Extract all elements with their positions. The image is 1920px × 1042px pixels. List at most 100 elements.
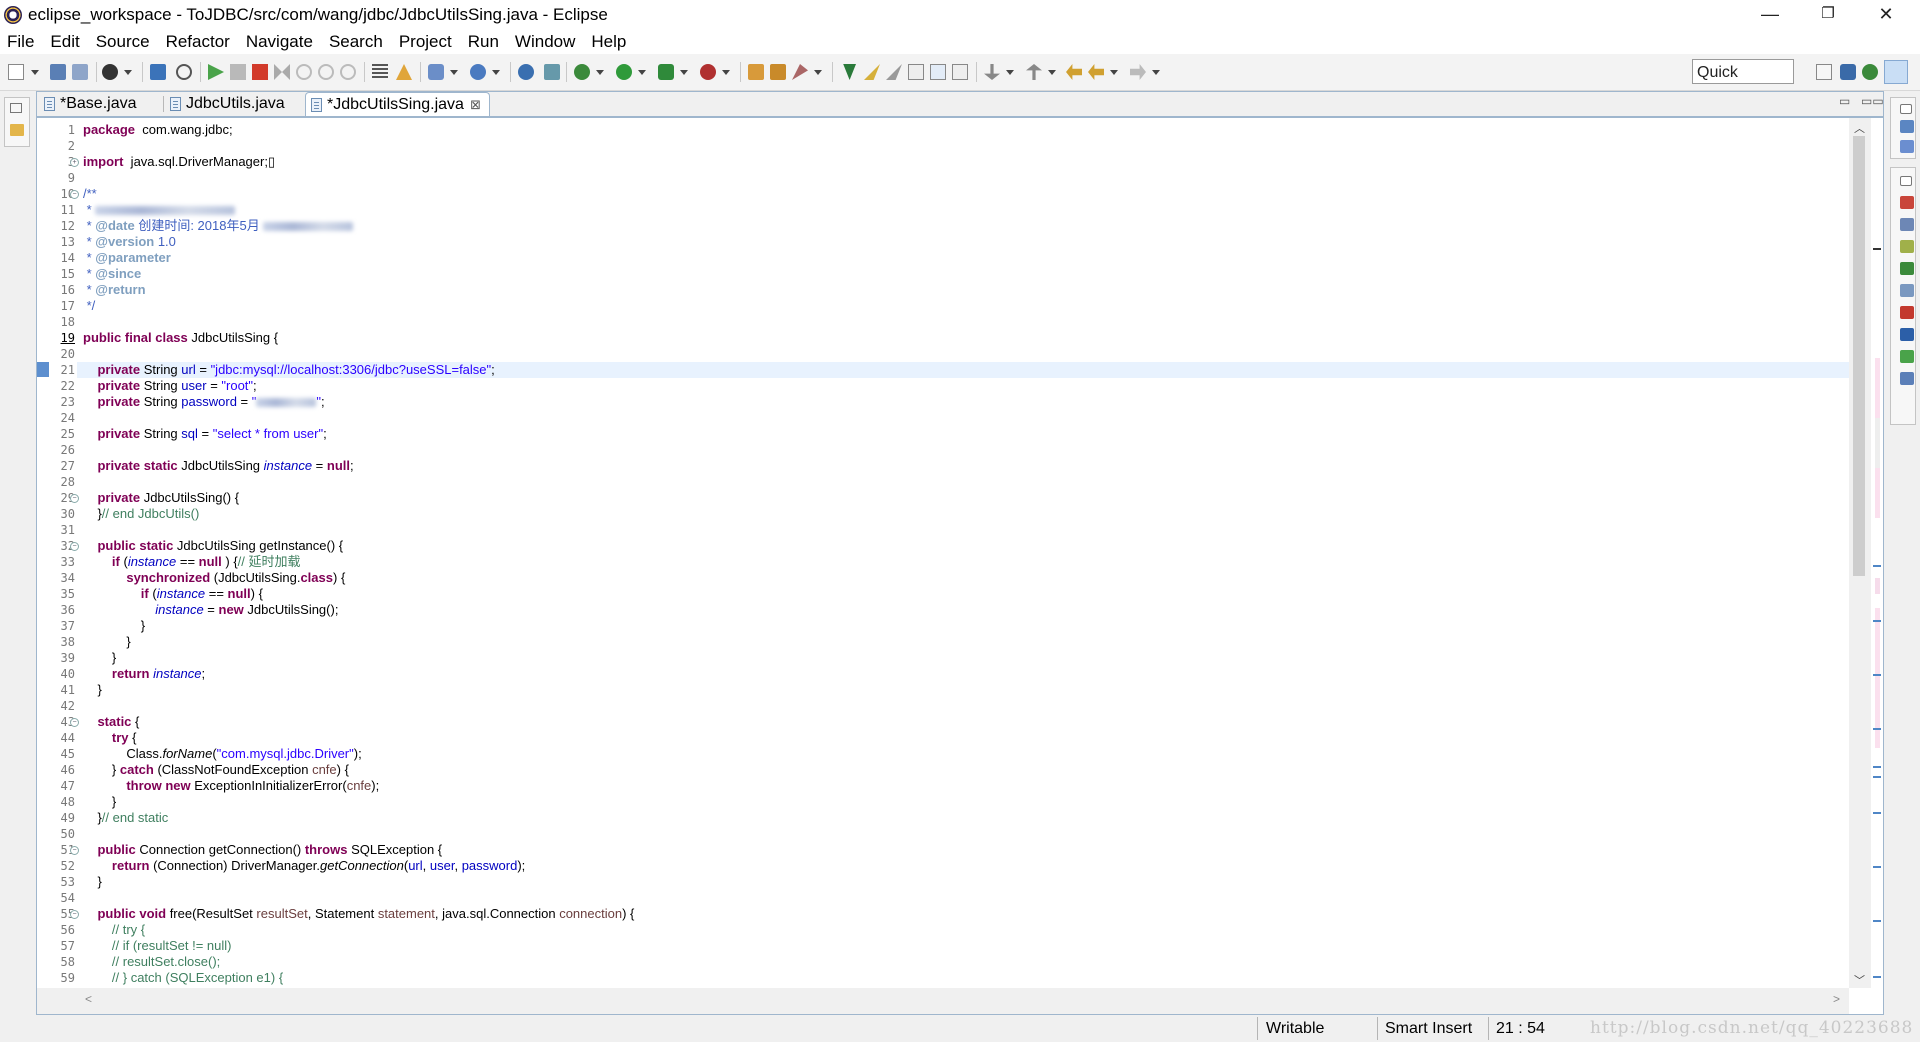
code-line[interactable]: // if (resultSet != null) <box>83 938 232 954</box>
code-text-area[interactable]: 123+910−11121314151617181920212223242526… <box>37 118 1849 988</box>
code-line[interactable]: private String password = " "; <box>83 394 324 410</box>
code-line[interactable]: private String sql = "select * from user… <box>83 426 326 442</box>
minimized-package-explorer[interactable] <box>4 97 30 147</box>
restore-view-icon[interactable] <box>1900 104 1912 114</box>
open-task-icon[interactable] <box>770 64 786 80</box>
code-line[interactable]: private String url = "jdbc:mysql://local… <box>83 362 494 378</box>
coverage-dropdown-icon[interactable] <box>680 70 688 75</box>
back-dropdown-icon[interactable] <box>1110 70 1118 75</box>
menu-navigate[interactable]: Navigate <box>238 32 321 52</box>
code-line[interactable]: if (instance == null) { <box>83 586 263 602</box>
collapse-fold-icon[interactable]: − <box>70 718 79 727</box>
code-line[interactable]: Class.forName("com.mysql.jdbc.Driver"); <box>83 746 361 762</box>
code-line[interactable]: }// end static <box>83 810 168 826</box>
code-line[interactable]: synchronized (JdbcUtilsSing.class) { <box>83 570 345 586</box>
back-icon[interactable] <box>1088 64 1104 80</box>
external-tools-dropdown-icon[interactable] <box>722 70 730 75</box>
open-perspective-icon[interactable] <box>792 64 808 80</box>
collapse-fold-icon[interactable]: − <box>70 910 79 919</box>
collapse-fold-icon[interactable]: − <box>70 542 79 551</box>
run-dropdown-icon[interactable] <box>638 70 646 75</box>
code-line[interactable]: } <box>83 794 116 810</box>
code-line[interactable]: return instance; <box>83 666 205 682</box>
code-line[interactable]: // } catch (SQLException e1) { <box>83 970 283 986</box>
skip-breakpoints-icon[interactable] <box>176 64 192 80</box>
code-line[interactable]: public Connection getConnection() throws… <box>83 842 442 858</box>
code-line[interactable]: private String user = "root"; <box>83 378 256 394</box>
next-annotation-icon[interactable] <box>984 64 1000 80</box>
scroll-up-icon[interactable]: ︿ <box>1854 120 1865 136</box>
web-browser-icon[interactable] <box>518 64 534 80</box>
previous-annotation-dropdown-icon[interactable] <box>1048 70 1056 75</box>
code-line[interactable]: instance = new JdbcUtilsSing(); <box>83 602 338 618</box>
open-type-icon[interactable] <box>748 64 764 80</box>
new-java-project-dropdown-icon[interactable] <box>450 70 458 75</box>
perspective-dropdown-icon[interactable] <box>814 70 822 75</box>
problems-icon[interactable] <box>1900 196 1914 209</box>
code-line[interactable]: throw new ExceptionInInitializerError(cn… <box>83 778 379 794</box>
toggle-mark-occurrences-icon[interactable] <box>843 64 856 80</box>
code-line[interactable]: /** <box>83 186 97 202</box>
print-icon[interactable] <box>102 64 118 80</box>
minimize-button[interactable]: — <box>1741 0 1799 30</box>
code-line[interactable]: * <box>83 202 236 218</box>
console-icon[interactable] <box>1900 328 1914 341</box>
step-return-icon[interactable] <box>340 64 356 80</box>
collapse-fold-icon[interactable]: − <box>70 494 79 503</box>
code-line[interactable]: * @parameter <box>83 250 171 266</box>
expand-fold-icon[interactable]: + <box>70 158 79 167</box>
last-edit-location-icon[interactable] <box>1066 64 1082 80</box>
terminate-icon[interactable] <box>252 64 268 80</box>
maximize-editor-icon[interactable]: ▭▭ <box>1861 94 1884 108</box>
restore-view-icon[interactable] <box>1900 176 1912 186</box>
code-line[interactable]: * @date 创建时间: 2018年5月 <box>83 218 354 234</box>
toggle-block-selection-icon[interactable] <box>886 64 902 80</box>
menu-run[interactable]: Run <box>460 32 507 52</box>
code-line[interactable]: public void free(ResultSet resultSet, St… <box>83 906 634 922</box>
forward-icon[interactable] <box>1130 64 1146 80</box>
outline-icon[interactable] <box>1900 120 1914 133</box>
new-package-dropdown-icon[interactable] <box>492 70 500 75</box>
word-wrap-icon[interactable] <box>952 64 968 80</box>
menu-edit[interactable]: Edit <box>42 32 87 52</box>
scroll-down-icon[interactable]: ﹀ <box>1854 972 1865 988</box>
code-line[interactable]: */ <box>83 298 96 314</box>
restore-view-icon[interactable] <box>10 103 22 113</box>
code-line[interactable]: } <box>83 874 101 890</box>
debug-dropdown-icon[interactable] <box>596 70 604 75</box>
minimize-editor-icon[interactable]: ▭ <box>1839 94 1850 108</box>
step-into-icon[interactable] <box>296 64 312 80</box>
open-perspective-button-icon[interactable] <box>1816 64 1832 80</box>
external-tools-icon[interactable] <box>700 64 716 80</box>
code-line[interactable]: try { <box>83 730 137 746</box>
declaration-icon[interactable] <box>1900 240 1914 253</box>
code-line[interactable]: } <box>83 650 116 666</box>
save-icon[interactable] <box>50 64 66 80</box>
menu-project[interactable]: Project <box>391 32 460 52</box>
disconnect-icon[interactable] <box>274 64 290 80</box>
code-line[interactable]: if (instance == null ) {// 延时加载 <box>83 554 301 570</box>
collapse-fold-icon[interactable]: − <box>70 190 79 199</box>
new-dropdown-icon[interactable] <box>31 70 39 75</box>
previous-annotation-icon[interactable] <box>1026 64 1042 80</box>
tab-jdbcutils-java[interactable]: JdbcUtils.java <box>165 92 325 116</box>
menu-source[interactable]: Source <box>88 32 158 52</box>
drop-to-frame-icon[interactable] <box>372 64 388 80</box>
close-window-button[interactable]: ✕ <box>1857 0 1915 30</box>
code-line[interactable]: private JdbcUtilsSing() { <box>83 490 239 506</box>
menu-window[interactable]: Window <box>507 32 583 52</box>
next-annotation-dropdown-icon[interactable] <box>1006 70 1014 75</box>
code-line[interactable]: return (Connection) DriverManager.getCon… <box>83 858 525 874</box>
overview-ruler[interactable] <box>1871 118 1883 988</box>
minimized-console-stack[interactable] <box>1890 167 1916 425</box>
snippets-icon[interactable] <box>1900 306 1914 319</box>
code-line[interactable]: } <box>83 634 130 650</box>
data-source-explorer-icon[interactable] <box>1900 284 1914 297</box>
new-package-icon[interactable] <box>470 64 486 80</box>
coverage-icon[interactable] <box>658 64 674 80</box>
step-over-icon[interactable] <box>318 64 334 80</box>
javadoc-icon[interactable] <box>1900 218 1914 231</box>
code-line[interactable]: * @since <box>83 266 142 282</box>
code-line[interactable]: * @return <box>83 282 146 298</box>
vertical-scroll-thumb[interactable] <box>1853 136 1865 576</box>
